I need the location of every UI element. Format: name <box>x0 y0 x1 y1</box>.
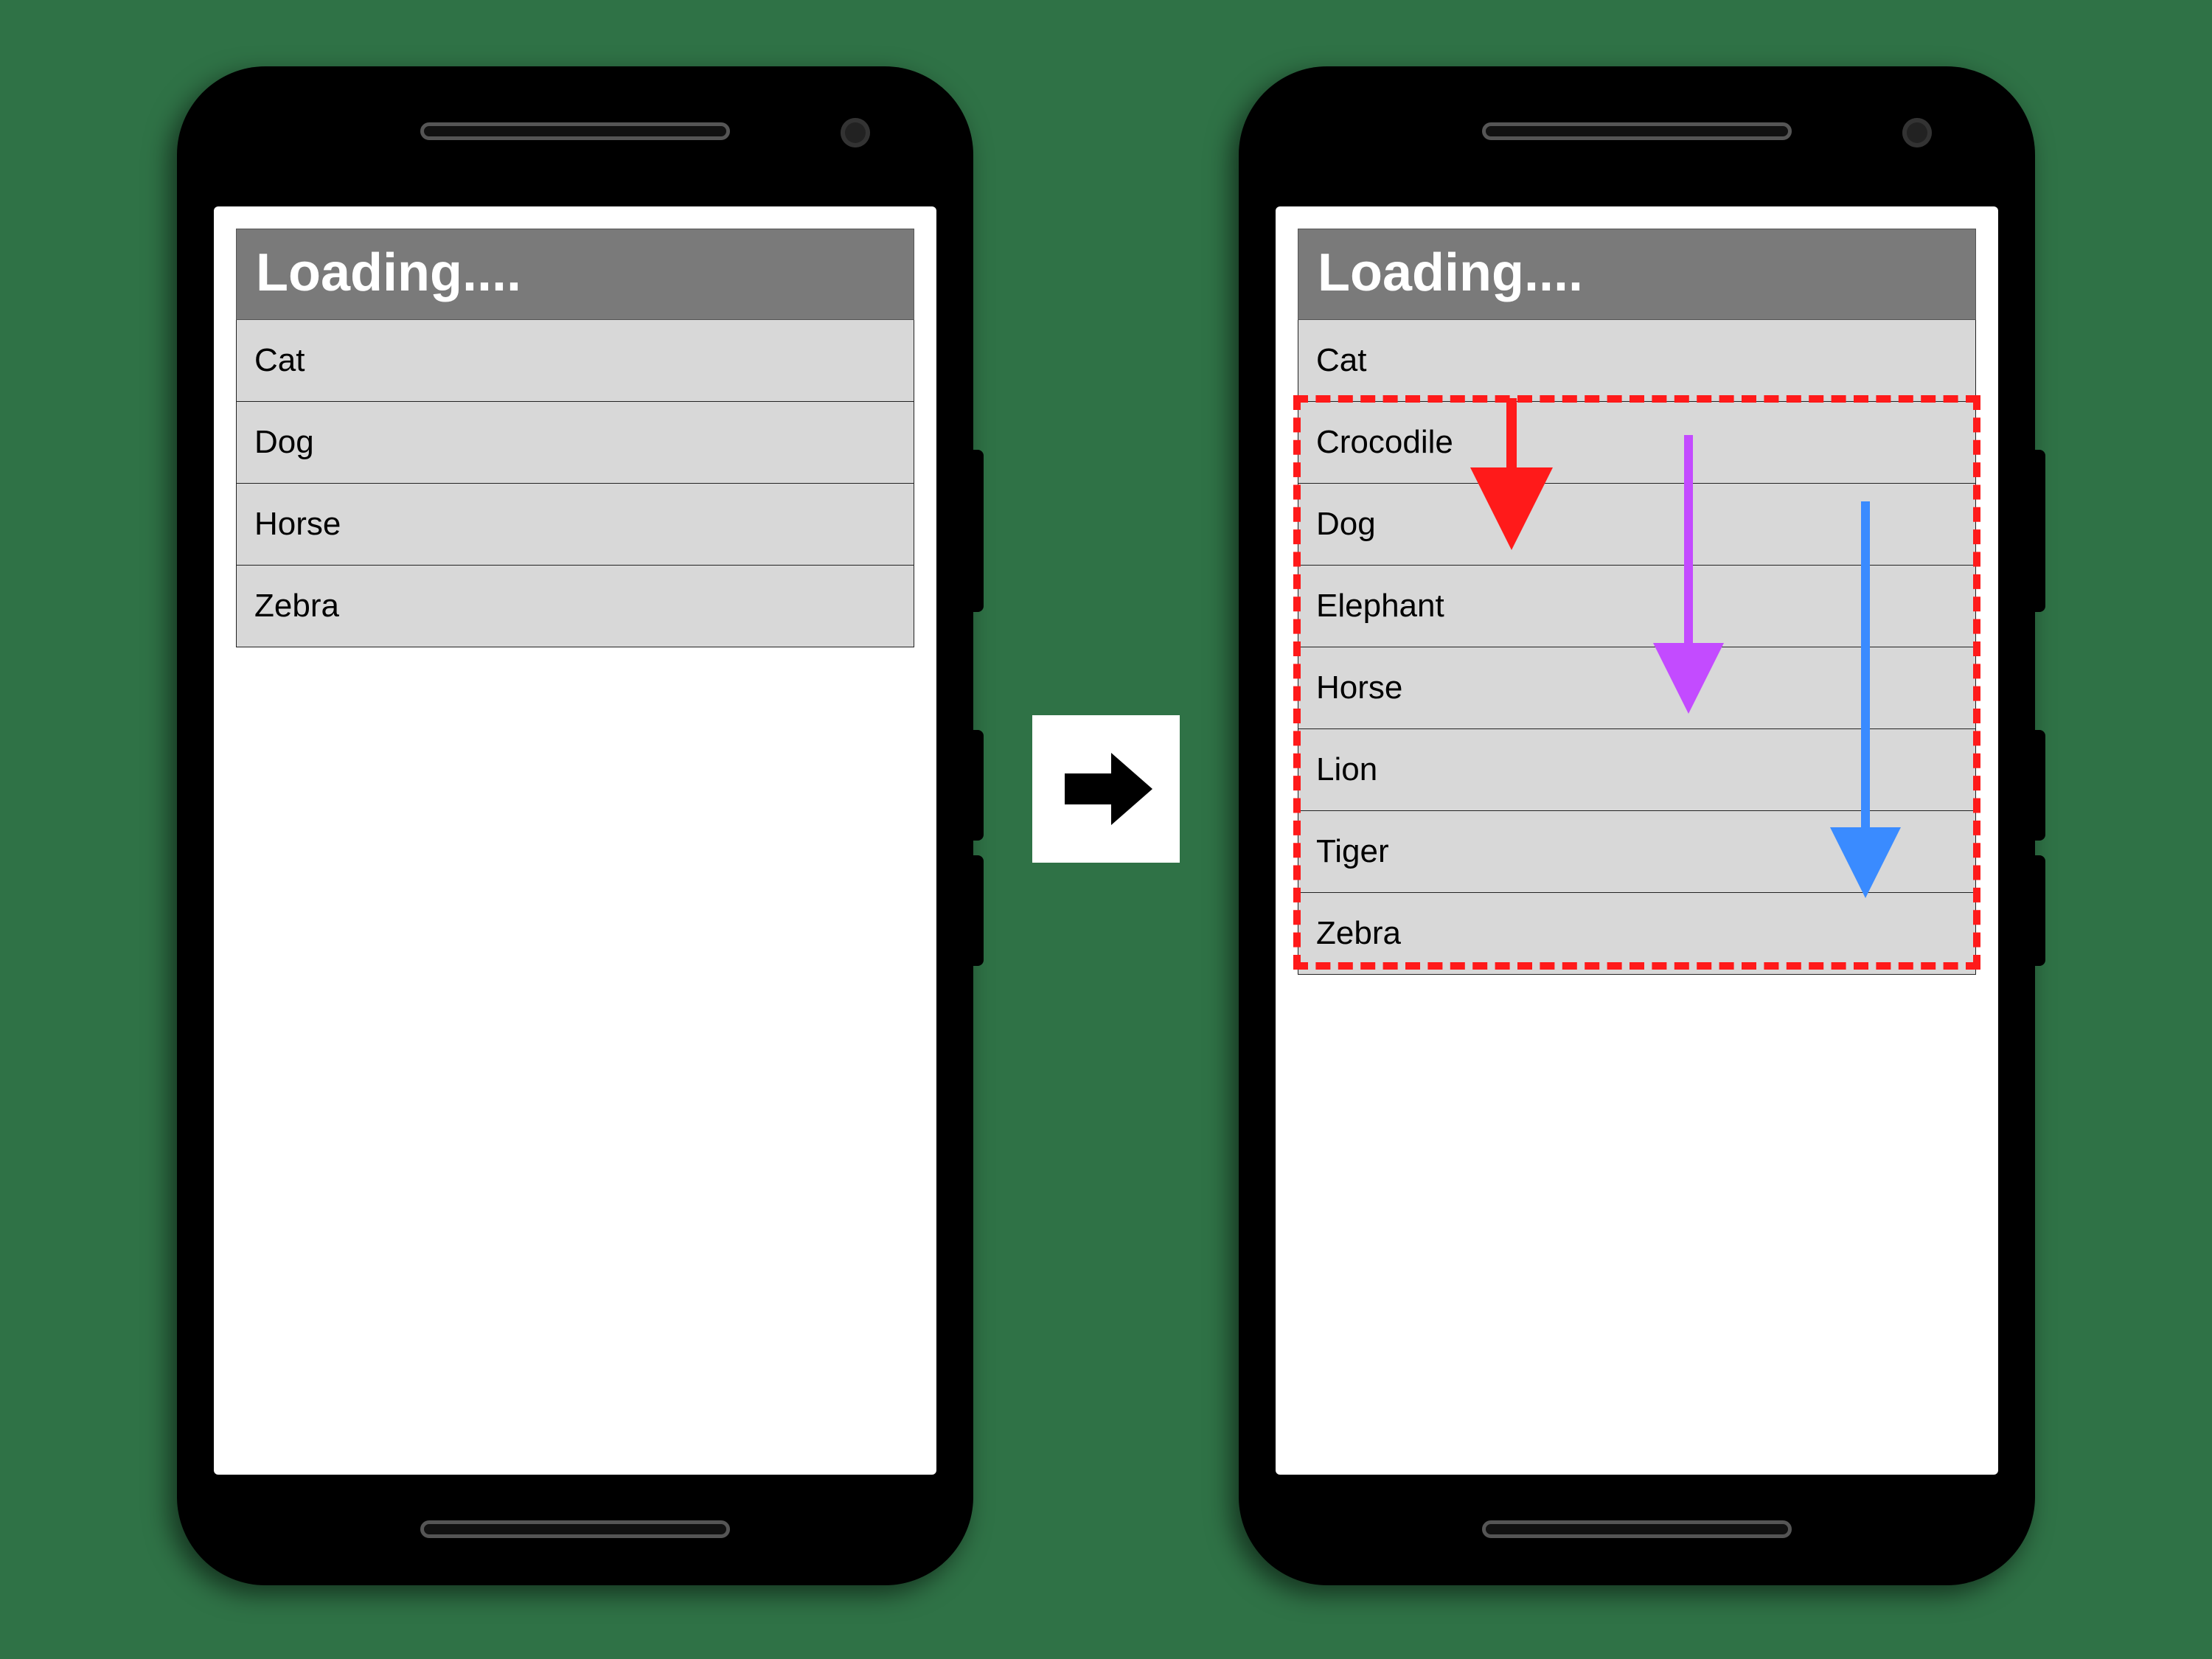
insert-arrow-purple-icon <box>1666 435 1711 708</box>
phone-screen: Loading.... Cat Dog Horse Zebra <box>214 206 936 1475</box>
list-item[interactable]: Cat <box>1298 320 1976 402</box>
power-button[interactable] <box>973 450 984 612</box>
speaker-icon <box>420 1520 730 1538</box>
app-header: Loading.... <box>236 229 914 320</box>
arrow-right-icon <box>1054 737 1158 841</box>
camera-icon <box>841 118 870 147</box>
volume-up[interactable] <box>2035 730 2045 841</box>
list-item[interactable]: Cat <box>236 320 914 402</box>
transition-arrow <box>1032 715 1180 863</box>
list-item[interactable]: Horse <box>236 484 914 566</box>
camera-icon <box>1902 118 1932 147</box>
list-item[interactable]: Dog <box>236 402 914 484</box>
volume-up[interactable] <box>973 730 984 841</box>
volume-down[interactable] <box>973 855 984 966</box>
power-button[interactable] <box>2035 450 2045 612</box>
animal-list: Cat Dog Horse Zebra <box>236 320 914 647</box>
app-header: Loading.... <box>1298 229 1976 320</box>
insert-arrow-blue-icon <box>1843 501 1888 892</box>
speaker-icon <box>1482 122 1792 140</box>
volume-down[interactable] <box>2035 855 2045 966</box>
phone-before: Loading.... Cat Dog Horse Zebra <box>177 66 973 1585</box>
phone-after: Loading.... Cat Crocodile Dog Elephant H… <box>1239 66 2035 1585</box>
speaker-icon <box>1482 1520 1792 1538</box>
phone-screen: Loading.... Cat Crocodile Dog Elephant H… <box>1276 206 1998 1475</box>
list-item[interactable]: Zebra <box>236 566 914 647</box>
insert-arrow-red-icon <box>1489 398 1534 538</box>
speaker-icon <box>420 122 730 140</box>
